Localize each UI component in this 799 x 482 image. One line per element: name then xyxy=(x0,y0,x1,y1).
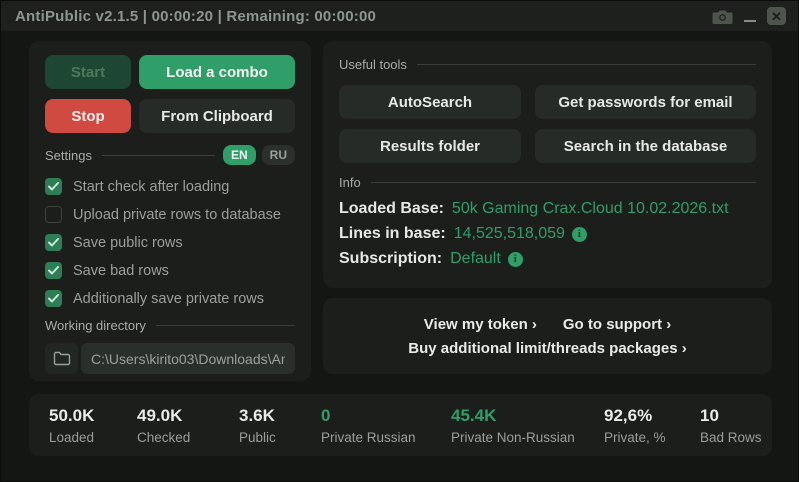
stat-bad-rows: 10 Bad Rows xyxy=(700,406,762,445)
loaded-base-value: 50k Gaming Crax.Cloud 10.02.2026.txt xyxy=(451,200,729,217)
info-rows: Loaded Base: 50k Gaming Crax.Cloud 10.02… xyxy=(339,200,756,268)
stat-private-russian: 0 Private Russian xyxy=(321,406,451,445)
links-row-top: View my token › Go to support › xyxy=(424,316,671,333)
stat-checked: 49.0K Checked xyxy=(137,406,239,445)
results-folder-button[interactable]: Results folder xyxy=(339,129,521,163)
checkbox-label: Save bad rows xyxy=(73,262,169,279)
checkbox-additionally-save-private-rows[interactable]: Additionally save private rows xyxy=(45,290,295,307)
stat-public: 3.6K Public xyxy=(239,406,321,445)
stat-value: 45.4K xyxy=(451,405,497,425)
divider xyxy=(370,182,756,183)
app-window: AntiPublic v2.1.5 | 00:00:20 | Remaining… xyxy=(0,0,799,482)
stat-value: 0 xyxy=(321,405,331,425)
info-header: Info xyxy=(339,175,756,190)
from-clipboard-button[interactable]: From Clipboard xyxy=(139,99,295,133)
info-label: Info xyxy=(339,175,361,190)
start-button[interactable]: Start xyxy=(45,55,131,89)
stat-private-percent: 92,6% Private, % xyxy=(604,406,700,445)
links-row-bottom: Buy additional limit/threads packages › xyxy=(408,340,686,357)
checkbox-save-bad-rows[interactable]: Save bad rows xyxy=(45,262,295,279)
minimize-button[interactable] xyxy=(743,7,757,25)
useful-tools-header: Useful tools xyxy=(339,57,756,72)
subscription-label: Subscription: xyxy=(339,250,443,267)
working-directory-header: Working directory xyxy=(45,318,295,333)
checkbox-unchecked-icon xyxy=(45,206,62,223)
useful-tools-label: Useful tools xyxy=(339,57,407,72)
lang-ru-button[interactable]: RU xyxy=(261,145,295,165)
go-to-support-link[interactable]: Go to support › xyxy=(563,316,671,333)
checkbox-checked-icon xyxy=(45,234,62,251)
checkbox-label: Additionally save private rows xyxy=(73,290,265,307)
tools-grid: AutoSearch Get passwords for email Resul… xyxy=(339,85,756,163)
stat-label: Private Russian xyxy=(321,429,416,445)
lines-in-base-row: Lines in base: 14,525,518,059 i xyxy=(339,225,756,243)
divider xyxy=(101,154,215,156)
checkbox-start-check-after-loading[interactable]: Start check after loading xyxy=(45,178,295,195)
stat-label: Private, % xyxy=(604,429,666,445)
stat-value: 49.0K xyxy=(137,405,183,425)
checkbox-upload-private-rows[interactable]: Upload private rows to database xyxy=(45,206,295,223)
window-controls: ✕ xyxy=(712,7,786,25)
settings-checkboxes: Start check after loading Upload private… xyxy=(45,178,295,307)
buy-packages-link[interactable]: Buy additional limit/threads packages › xyxy=(408,340,686,357)
close-button[interactable]: ✕ xyxy=(767,7,786,25)
control-panel: Start Load a combo Stop From Clipboard S… xyxy=(29,41,311,381)
stat-private-non-russian: 45.4K Private Non-Russian xyxy=(451,406,604,445)
checkbox-label: Start check after loading xyxy=(73,178,230,195)
load-combo-button[interactable]: Load a combo xyxy=(139,55,295,89)
stat-label: Loaded xyxy=(49,429,95,445)
stat-loaded: 50.0K Loaded xyxy=(49,406,137,445)
autosearch-button[interactable]: AutoSearch xyxy=(339,85,521,119)
checkbox-label: Save public rows xyxy=(73,234,183,251)
checkbox-checked-icon xyxy=(45,290,62,307)
info-tooltip-icon[interactable]: i xyxy=(507,251,523,267)
divider xyxy=(155,325,295,326)
links-panel: View my token › Go to support › Buy addi… xyxy=(323,298,772,374)
lines-in-base-value: 14,525,518,059 xyxy=(453,225,565,242)
working-directory-label: Working directory xyxy=(45,318,146,333)
titlebar: AntiPublic v2.1.5 | 00:00:20 | Remaining… xyxy=(1,1,798,31)
working-directory-input[interactable] xyxy=(81,343,295,374)
lang-en-button[interactable]: EN xyxy=(222,145,256,165)
checkbox-save-public-rows[interactable]: Save public rows xyxy=(45,234,295,251)
close-icon: ✕ xyxy=(771,8,782,24)
stat-value: 50.0K xyxy=(49,405,95,425)
stat-value: 3.6K xyxy=(239,405,275,425)
stat-label: Checked xyxy=(137,429,191,445)
stat-value: 10 xyxy=(700,405,719,425)
screenshot-camera-icon[interactable] xyxy=(712,8,733,25)
subscription-row: Subscription: Default i xyxy=(339,250,756,268)
loaded-base-label: Loaded Base: xyxy=(339,200,444,217)
stat-value: 92,6% xyxy=(604,405,653,425)
search-database-button[interactable]: Search in the database xyxy=(535,129,756,163)
browse-folder-button[interactable] xyxy=(45,343,78,374)
loaded-base-row: Loaded Base: 50k Gaming Crax.Cloud 10.02… xyxy=(339,200,756,218)
settings-label: Settings xyxy=(45,147,92,163)
language-toggle: EN RU xyxy=(222,145,295,165)
subscription-value: Default xyxy=(450,250,501,267)
stat-label: Private Non-Russian xyxy=(451,429,575,445)
lines-in-base-label: Lines in base: xyxy=(339,225,446,242)
checkbox-checked-icon xyxy=(45,262,62,279)
stop-button[interactable]: Stop xyxy=(45,99,131,133)
stat-label: Bad Rows xyxy=(700,429,762,445)
window-title: AntiPublic v2.1.5 | 00:00:20 | Remaining… xyxy=(15,7,377,25)
tools-info-panel: Useful tools AutoSearch Get passwords fo… xyxy=(323,41,772,288)
get-passwords-button[interactable]: Get passwords for email xyxy=(535,85,756,119)
checkbox-label: Upload private rows to database xyxy=(73,206,281,223)
stats-bar: 50.0K Loaded 49.0K Checked 3.6K Public 0… xyxy=(29,394,772,456)
divider xyxy=(416,64,756,65)
info-tooltip-icon[interactable]: i xyxy=(571,226,587,242)
view-my-token-link[interactable]: View my token › xyxy=(424,316,537,333)
folder-icon xyxy=(53,351,70,366)
minimize-icon xyxy=(744,20,756,22)
stat-label: Public xyxy=(239,429,276,445)
settings-header: Settings EN RU xyxy=(45,145,295,165)
checkbox-checked-icon xyxy=(45,178,62,195)
